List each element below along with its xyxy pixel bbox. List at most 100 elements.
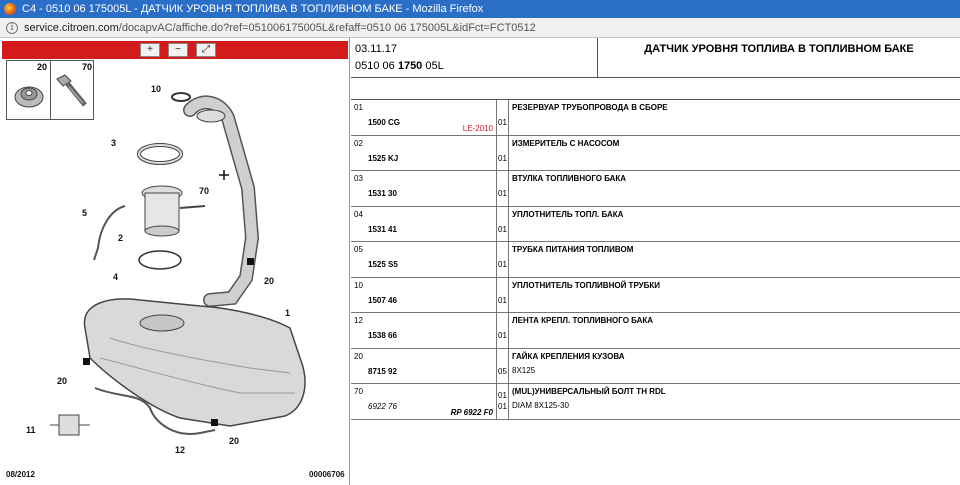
part-name: УПЛОТНИТЕЛЬ ТОПЛИВНОЙ ТРУБКИ [512, 280, 661, 290]
table-row[interactable]: 10 1507 46 01 УПЛОТНИТЕЛЬ ТОПЛИВНОЙ ТРУБКИ [351, 277, 960, 313]
table-row[interactable]: 01 1500 CG LE-2010 01 РЕЗЕРВУАР ТРУБОПРОВОДА… [351, 100, 960, 136]
table-row[interactable]: 04 1531 41 01 УПЛОТНИТЕЛЬ ТОПЛ. БАКА [351, 206, 960, 242]
quantity: 01 [498, 153, 507, 163]
diagram-date: 08/2012 [6, 470, 35, 479]
qty-cell: 01 [497, 242, 509, 277]
parts-panel: 03.11.17 0510 06 1750 05L ДАТЧИК УРОВНЯ … [351, 38, 960, 485]
quantity: 01 [498, 331, 507, 340]
qty-cell: 01 [497, 206, 509, 241]
qty-cell: 01 01 [497, 384, 509, 419]
doc-reference: 0510 06 1750 05L [355, 60, 444, 72]
description-cell: ИЗМЕРИТЕЛЬ С НАСОСОМ [509, 136, 960, 171]
part-name: УПЛОТНИТЕЛЬ ТОПЛ. БАКА [512, 209, 624, 219]
row-index: 70 [354, 387, 363, 396]
url-host: service.citroen.com [24, 22, 119, 34]
table-row[interactable]: 03 1531 30 01 ВТУЛКА ТОПЛИВНОГО БАКА [351, 171, 960, 207]
quantity: 01 [498, 118, 507, 127]
part-number[interactable]: 8715 92 [368, 367, 397, 376]
part-cell: 12 1538 66 [351, 313, 497, 348]
description-cell: РЕЗЕРВУАР ТРУБОПРОВОДА В СБОРЕ [509, 100, 960, 135]
description-cell: УПЛОТНИТЕЛЬ ТОПЛ. БАКА [509, 207, 960, 242]
part-number[interactable]: 1538 66 [368, 331, 397, 340]
diagram-panel: + − ⤢ 20 70 10 3 70 5 2 4 20 1 20 11 12 … [0, 38, 350, 485]
qty-cell: 01 [497, 313, 509, 348]
qty-cell: 01 [497, 135, 509, 170]
part-name: РЕЗЕРВУАР ТРУБОПРОВОДА В СБОРЕ [512, 103, 668, 112]
callout-20-lower: 20 [229, 436, 240, 446]
callout-20-upper: 20 [264, 276, 275, 286]
quantity: 01 [498, 189, 507, 198]
part-name: ГАЙКА КРЕПЛЕНИЯ КУЗОВА [512, 351, 625, 361]
callout-5: 5 [82, 208, 88, 218]
table-row[interactable]: 20 8715 92 05 ГАЙКА КРЕПЛЕНИЯ КУЗОВА 8X125 [351, 348, 960, 384]
qty-cell: 01 [497, 100, 509, 135]
quantity: 01 [498, 295, 507, 305]
part-cell: 03 1531 30 [351, 171, 497, 206]
table-row[interactable]: 70 6922 76 RP 6922 F0 01 01 (MUL)УНИВЕРСАЛЬНЫ… [351, 384, 960, 420]
callout-2: 2 [118, 233, 124, 243]
table-row[interactable]: 12 1538 66 01 ЛЕНТА КРЕПЛ. ТОПЛИВНОГО БАКА [351, 313, 960, 349]
part-note: LE-2010 [462, 124, 493, 133]
window-title: C4 - 0510 06 175005L - ДАТЧИК УРОВНЯ ТОП… [22, 3, 484, 15]
info-icon[interactable]: i [6, 22, 18, 34]
description-cell: ГАЙКА КРЕПЛЕНИЯ КУЗОВА 8X125 [509, 349, 960, 384]
callout-1: 1 [285, 308, 291, 318]
part-number[interactable]: 1500 CG [368, 118, 400, 127]
row-index: 03 [354, 174, 363, 183]
part-cell: 05 1525 S5 [351, 242, 497, 277]
callout-4: 4 [113, 272, 119, 282]
row-index: 05 [354, 245, 363, 254]
row-index: 02 [354, 138, 363, 148]
callout-3: 3 [111, 138, 117, 148]
header-spacer [351, 78, 960, 100]
description-cell: ТРУБКА ПИТАНИЯ ТОПЛИВОМ [509, 242, 960, 277]
firefox-icon [4, 3, 16, 15]
window-titlebar: C4 - 0510 06 175005L - ДАТЧИК УРОВНЯ ТОП… [0, 0, 960, 18]
ref-bold: 1750 [397, 60, 423, 72]
part-number[interactable]: 6922 76 [368, 402, 397, 411]
qty-cell: 01 [497, 171, 509, 206]
part-name: ИЗМЕРИТЕЛЬ С НАСОСОМ [512, 138, 620, 148]
description-cell: УПЛОТНИТЕЛЬ ТОПЛИВНОЙ ТРУБКИ [509, 278, 960, 313]
part-cell: 04 1531 41 [351, 206, 497, 241]
description-cell: ЛЕНТА КРЕПЛ. ТОПЛИВНОГО БАКА [509, 313, 960, 348]
part-name: ВТУЛКА ТОПЛИВНОГО БАКА [512, 174, 627, 183]
part-cell: 20 8715 92 [351, 348, 497, 383]
callout-70: 70 [199, 186, 210, 196]
part-name: ТРУБКА ПИТАНИЯ ТОПЛИВОМ [512, 245, 634, 254]
row-index: 10 [354, 280, 363, 290]
quantity: 01 [498, 260, 507, 269]
part-name: ЛЕНТА КРЕПЛ. ТОПЛИВНОГО БАКА [512, 316, 654, 325]
ref-suffix: 05L [422, 60, 444, 72]
description-cell: (MUL)УНИВЕРСАЛЬНЫЙ БОЛТ TH RDL DIAM 8X125… [509, 384, 960, 419]
quantity: 05 [498, 366, 507, 376]
part-number[interactable]: 1507 46 [368, 296, 397, 305]
part-name: (MUL)УНИВЕРСАЛЬНЫЙ БОЛТ TH RDL [512, 387, 666, 396]
part-cell: 01 1500 CG LE-2010 [351, 100, 497, 135]
part-note: RP 6922 F0 [450, 408, 493, 417]
qty-cell: 01 [497, 277, 509, 312]
part-number[interactable]: 1525 KJ [368, 154, 398, 163]
parts-table: 01 1500 CG LE-2010 01 РЕЗЕРВУАР ТРУБОПРОВОДА… [351, 100, 960, 420]
doc-title: ДАТЧИК УРОВНЯ ТОПЛИВА В ТОПЛИВНОМ БАКЕ [597, 38, 960, 77]
ref-prefix: 0510 06 [355, 60, 398, 72]
part-spec: 8X125 [512, 365, 536, 375]
exploded-view-diagram [50, 92, 306, 436]
part-number[interactable]: 1531 41 [368, 225, 397, 234]
table-row[interactable]: 02 1525 KJ 01 ИЗМЕРИТЕЛЬ С НАСОСОМ [351, 135, 960, 171]
part-number[interactable]: 1525 S5 [368, 260, 398, 269]
table-row[interactable]: 05 1525 S5 01 ТРУБКА ПИТАНИЯ ТОПЛИВОМ [351, 242, 960, 278]
qty-cell: 05 [497, 348, 509, 383]
doc-date: 03.11.17 [355, 43, 398, 55]
quantity: 01 [498, 402, 507, 411]
part-number[interactable]: 1531 30 [368, 189, 397, 198]
part-spec: DIAM 8X125-30 [512, 401, 569, 410]
description-cell: ВТУЛКА ТОПЛИВНОГО БАКА [509, 171, 960, 206]
callout-12: 12 [175, 445, 186, 455]
qty-secondary: 01 [498, 391, 507, 400]
callout-10: 10 [151, 84, 162, 94]
callout-20-left: 20 [57, 376, 68, 386]
row-index: 20 [354, 351, 363, 361]
address-bar[interactable]: i service.citroen.com/docapvAC/affiche.d… [0, 18, 960, 38]
quantity: 01 [498, 224, 507, 234]
